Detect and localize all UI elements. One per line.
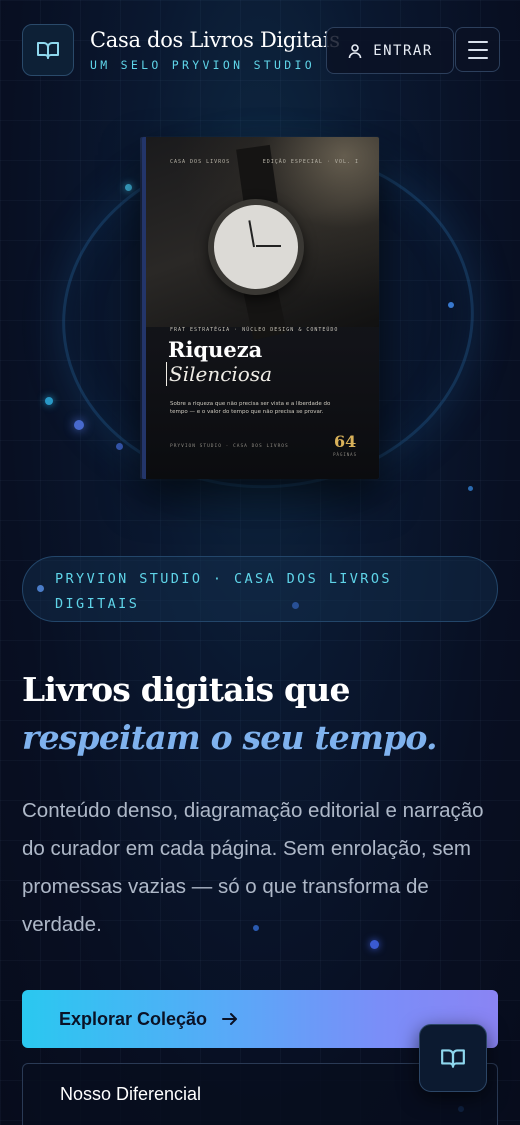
book-number: 64	[333, 432, 357, 451]
open-book-icon	[37, 42, 59, 59]
open-book-icon	[441, 1049, 465, 1068]
headline-accent: respeitam o seu tempo.	[22, 718, 438, 757]
sparkle-dot	[125, 184, 132, 191]
brand-subtitle: UM SELO PRYVION STUDIO	[90, 58, 315, 72]
login-label: ENTRAR	[373, 42, 433, 59]
hamburger-menu-button[interactable]	[455, 27, 500, 72]
user-icon	[348, 43, 362, 58]
sparkle-dot	[468, 486, 473, 491]
brand-title[interactable]: Casa dos Livros Digitais	[90, 28, 340, 52]
book-kicker: FRAT ESTRATÉGIA · NÚCLEO DESIGN & CONTEÚ…	[170, 327, 339, 333]
book-number-label: PÁGINAS	[333, 452, 357, 457]
watch-image	[208, 199, 304, 295]
watch-strap	[236, 144, 278, 208]
hero-headline: Livros digitais que respeitam o seu temp…	[22, 666, 438, 762]
sparkle-dot	[74, 420, 84, 430]
book-blurb: Sobre a riqueza que não precisa ser vist…	[170, 401, 331, 415]
book-title: Riqueza	[168, 337, 263, 362]
book-topline: CASA DOS LIVROS EDIÇÃO ESPECIAL · VOL. I	[170, 159, 359, 165]
top-header: Casa dos Livros Digitais UM SELO PRYVION…	[0, 0, 520, 100]
arrow-right-icon	[222, 1013, 238, 1025]
floating-book-button[interactable]	[419, 1024, 487, 1092]
badge-text: PRYVION STUDIO · CASA DOS LIVROS DIGITAI…	[55, 571, 392, 612]
explore-collection-label: Explorar Coleção	[59, 1008, 208, 1029]
our-differential-label: Nosso Diferencial	[60, 1084, 202, 1104]
logo-button[interactable]	[22, 24, 74, 76]
hamburger-menu-icon	[467, 40, 488, 43]
hero-description: Conteúdo denso, diagramação editorial e …	[22, 799, 484, 936]
book-top-left: CASA DOS LIVROS	[170, 159, 231, 165]
brand-badge: PRYVION STUDIO · CASA DOS LIVROS DIGITAI…	[22, 556, 498, 622]
book-subtitle: Silenciosa	[166, 362, 272, 386]
book-top-right: EDIÇÃO ESPECIAL · VOL. I	[262, 159, 359, 165]
book-cover-photo	[146, 137, 379, 340]
book-cover[interactable]: CASA DOS LIVROS EDIÇÃO ESPECIAL · VOL. I…	[142, 137, 379, 479]
badge-dot-icon	[37, 585, 44, 592]
sparkle-dot	[45, 397, 53, 405]
hamburger-line	[467, 56, 488, 59]
book-footer: PRYVION STUDIO · CASA DOS LIVROS	[170, 444, 289, 449]
sparkle-dot	[116, 443, 123, 450]
book-page-count: 64 PÁGINAS	[333, 432, 357, 457]
login-button[interactable]: ENTRAR	[326, 27, 454, 74]
headline-line1: Livros digitais que	[22, 670, 351, 709]
hamburger-line	[467, 48, 488, 51]
